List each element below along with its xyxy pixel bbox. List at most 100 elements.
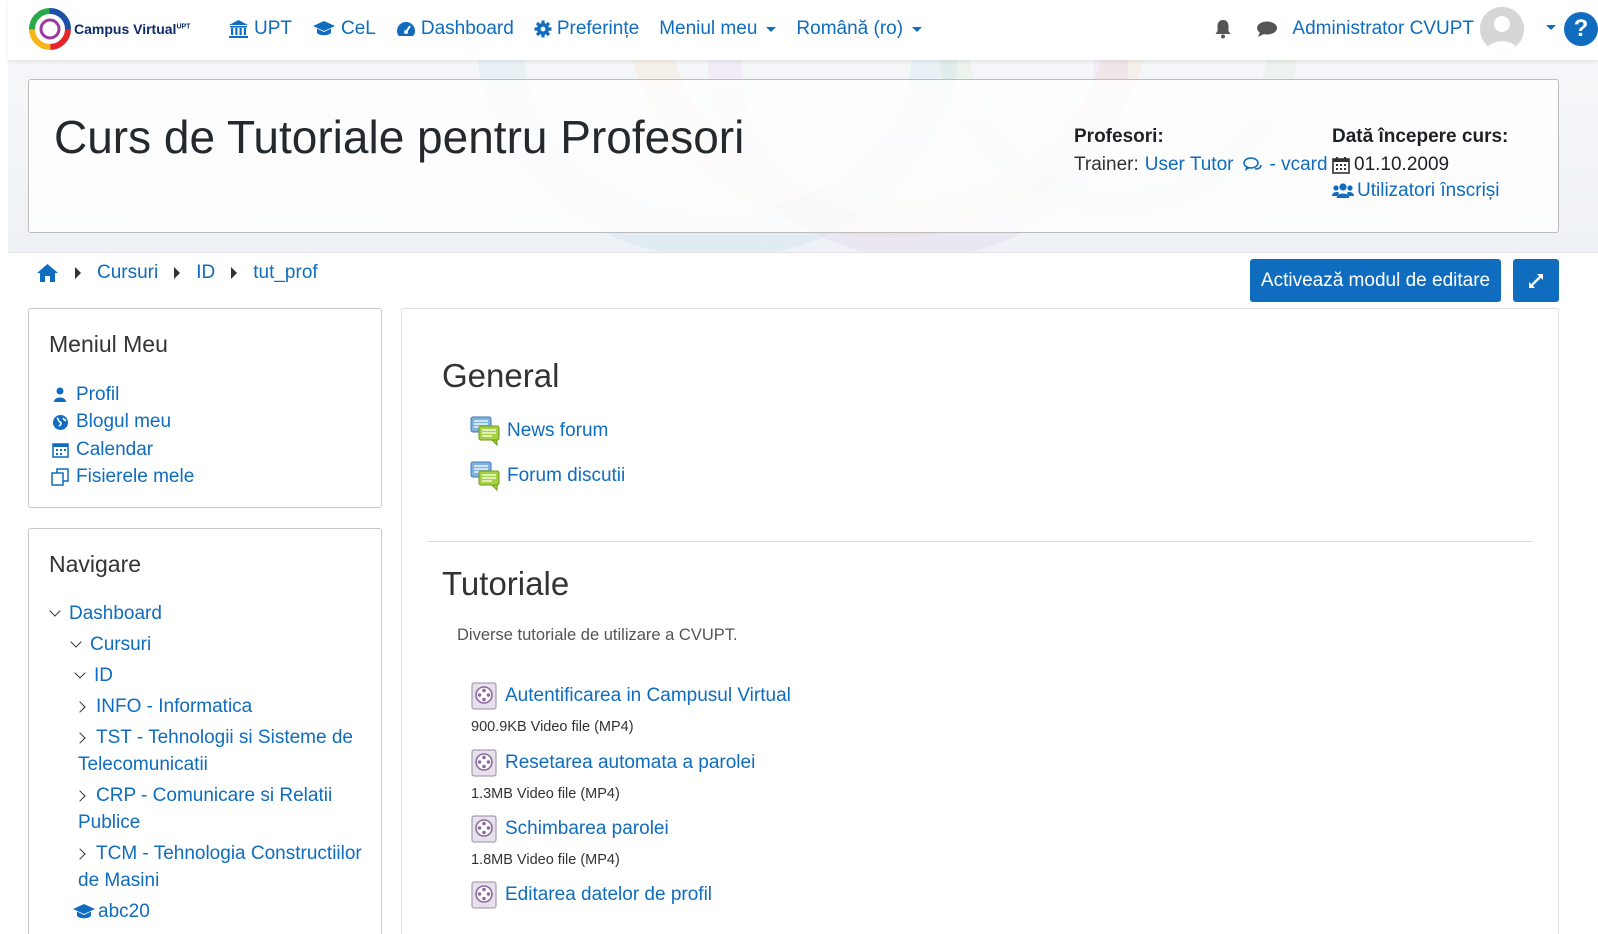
activity-video-edit-profile[interactable]: Editarea datelor de profil (470, 881, 712, 909)
avatar[interactable] (1480, 7, 1524, 51)
nav-tree-label: Dashboard (69, 603, 162, 624)
nav-tree-label-cont: Publice (78, 812, 141, 833)
nav-tree-item-dashboard[interactable]: Dashboard (29, 600, 381, 627)
nav-tree-label: TST - Tehnologii si Sisteme de (96, 727, 353, 748)
nav-my-menu[interactable]: Meniul meu (659, 18, 777, 40)
activity-file-details: 900.9KB Video file (MP4) (471, 719, 634, 735)
start-date-label: Dată începere curs: (1332, 126, 1509, 147)
nav-tree-label: Cursuri (90, 634, 152, 655)
nav-tree-item-id[interactable]: ID (29, 662, 381, 689)
nav-dashboard[interactable]: Dashboard (396, 18, 514, 40)
my-menu-item-blog[interactable]: Blogul meu (49, 409, 381, 437)
chevron-right-icon[interactable] (74, 790, 86, 802)
course-header: Curs de Tutoriale pentru Profesori Profe… (28, 79, 1559, 233)
caret-down-icon (912, 26, 923, 32)
brand-name: Campus VirtualUPT (74, 21, 191, 37)
user-area: Administrator CVUPT ? (1214, 0, 1598, 58)
nav-dashboard-label: Dashboard (420, 18, 514, 39)
my-menu-item-files[interactable]: Fisierele mele (49, 464, 381, 492)
section-divider (427, 541, 1533, 542)
calendar-icon (51, 443, 69, 458)
help-button[interactable]: ? (1564, 12, 1598, 46)
chevron-down-icon[interactable] (74, 667, 86, 679)
nav-upt[interactable]: UPT (228, 18, 292, 40)
my-menu-item-profile[interactable]: Profil (49, 381, 381, 409)
chevron-right-icon[interactable] (74, 848, 86, 860)
files-icon (51, 468, 69, 486)
campus-logo-icon (29, 8, 71, 50)
fullscreen-button[interactable] (1513, 259, 1559, 302)
nav-tree-item-tst[interactable]: TST - Tehnologii si Sisteme de Telecomun… (29, 724, 381, 778)
section-summary: Diverse tutoriale de utilizare a CVUPT. (457, 626, 738, 644)
navigation-title: Navigare (49, 551, 142, 577)
breadcrumb-separator-icon (174, 267, 181, 279)
turn-editing-on-button[interactable]: Activează modul de editare (1250, 259, 1501, 302)
activity-video-change-password[interactable]: Schimbarea parolei (470, 815, 669, 843)
activity-link: Resetarea automata a parolei (505, 752, 756, 773)
chevron-down-icon[interactable] (49, 605, 61, 617)
nav-tree-item-course-abc20[interactable]: abc20 (29, 898, 381, 925)
course-content: General News forum Forum discutii Tutori… (401, 308, 1559, 934)
nav-tree-label: abc20 (98, 901, 150, 922)
chevron-down-icon[interactable] (70, 636, 82, 648)
site-logo[interactable]: Campus VirtualUPT (28, 7, 190, 51)
video-file-icon (471, 749, 497, 777)
my-menu-item-calendar[interactable]: Calendar (49, 436, 381, 464)
nav-my-menu-label: Meniul meu (659, 18, 758, 39)
page-title: Curs de Tutoriale pentru Profesori (54, 111, 745, 163)
nav-tree-label: CRP - Comunicare si Relatii (96, 785, 333, 806)
nav-cel-label: CeL (341, 18, 376, 39)
video-file-icon (471, 682, 497, 710)
chevron-right-icon[interactable] (74, 701, 86, 713)
activity-link: Schimbarea parolei (505, 818, 669, 839)
user-menu-name[interactable]: Administrator CVUPT (1292, 18, 1474, 40)
home-icon[interactable] (36, 263, 59, 283)
vcard-link[interactable]: - vcard (1269, 154, 1327, 176)
video-file-icon (471, 815, 497, 843)
chat-icon[interactable] (1256, 20, 1278, 38)
nav-tree-item-crp[interactable]: CRP - Comunicare si Relatii Publice (29, 782, 381, 836)
section-title-general[interactable]: General (442, 357, 559, 395)
start-date-value: 01.10.2009 (1354, 154, 1450, 175)
activity-video-password-reset[interactable]: Resetarea automata a parolei (470, 749, 755, 777)
my-menu-item-label: Calendar (76, 438, 154, 460)
graduation-cap-icon (73, 904, 95, 919)
nav-tree-label: INFO - Informatica (96, 696, 253, 717)
nav-preferences[interactable]: Preferințe (534, 18, 639, 40)
navigation-tree: Dashboard Cursuri ID INFO - Informatica … (29, 600, 381, 925)
breadcrumb-item-course[interactable]: tut_prof (253, 262, 317, 284)
trainer-prefix: Trainer: (1074, 154, 1139, 175)
activity-forum-discutii[interactable]: Forum discutii (470, 461, 625, 491)
activity-news-forum[interactable]: News forum (470, 416, 608, 446)
course-teachers: Profesori: Trainer: User Tutor - vcard (1074, 126, 1328, 176)
breadcrumb-item-cursuri[interactable]: Cursuri (97, 262, 158, 284)
section-title-tutoriale[interactable]: Tutoriale (442, 565, 569, 603)
language-label: Română (ro) (796, 18, 904, 39)
bell-icon[interactable] (1214, 19, 1232, 39)
forum-icon (470, 416, 500, 446)
my-menu-list: Profil Blogul meu Calendar Fisierele mel… (49, 381, 381, 491)
bank-icon (229, 20, 248, 38)
top-navbar: Campus VirtualUPT UPT CeL Dashboard Pref… (8, 0, 1598, 60)
breadcrumb-separator-icon (75, 267, 81, 279)
activity-video-authentication[interactable]: Autentificarea in Campusul Virtual (470, 682, 791, 710)
caret-down-icon (766, 26, 777, 32)
my-menu-item-label: Fisierele mele (76, 466, 195, 488)
expand-icon (1529, 273, 1543, 288)
user-menu-caret-icon[interactable] (1546, 24, 1556, 30)
nav-tree-item-tcm[interactable]: TCM - Tehnologia Constructiilor de Masin… (29, 840, 381, 894)
user-icon (54, 387, 66, 402)
language-selector[interactable]: Română (ro) (796, 18, 923, 40)
enrolled-users-link[interactable]: Utilizatori înscriși (1357, 180, 1500, 202)
my-menu-item-label: Profil (76, 383, 120, 405)
nav-tree-item-cursuri[interactable]: Cursuri (29, 631, 381, 658)
navigation-block: Navigare Dashboard Cursuri ID INFO - Inf… (28, 528, 382, 934)
chevron-right-icon[interactable] (74, 732, 86, 744)
nav-cel[interactable]: CeL (312, 18, 376, 40)
primary-nav: UPT CeL Dashboard Preferințe Meniul meu … (228, 0, 942, 58)
nav-tree-item-info[interactable]: INFO - Informatica (29, 693, 381, 720)
activity-link: Forum discutii (507, 465, 626, 486)
trainer-link[interactable]: User Tutor (1145, 154, 1234, 176)
breadcrumb-item-id[interactable]: ID (196, 262, 215, 284)
comments-icon[interactable] (1243, 157, 1263, 173)
